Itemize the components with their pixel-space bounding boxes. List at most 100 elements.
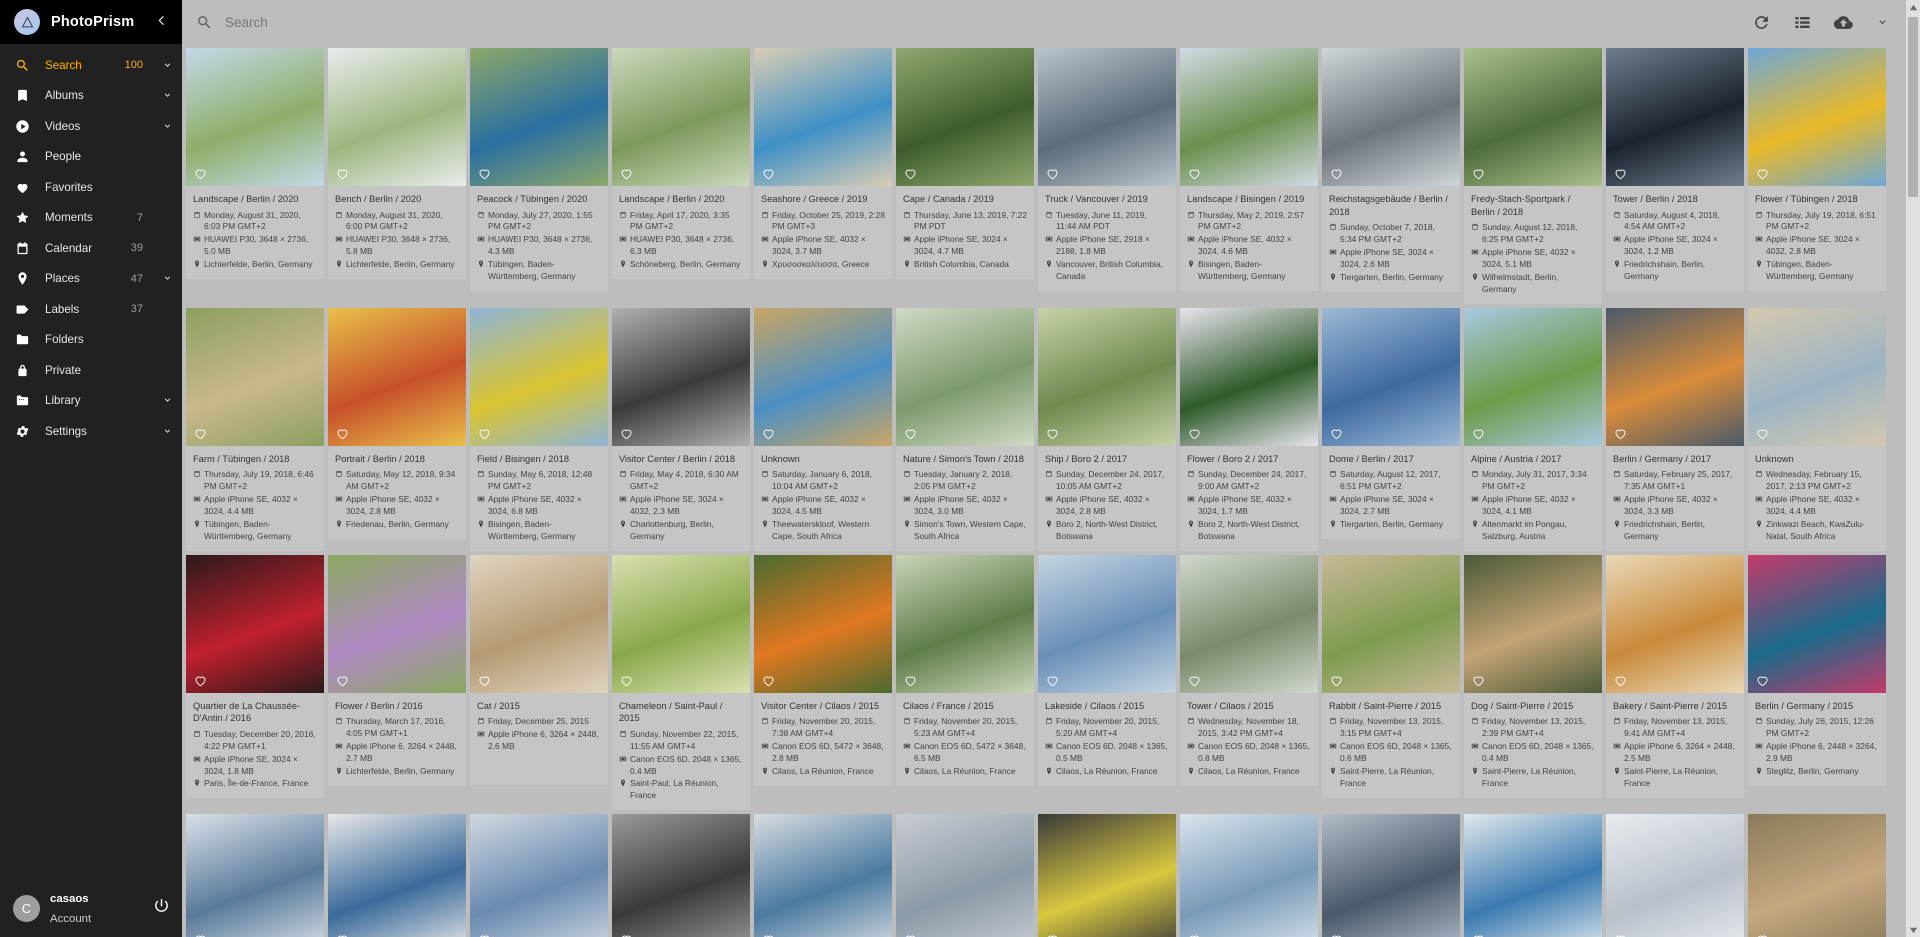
favorite-icon[interactable] — [335, 673, 350, 688]
favorite-icon[interactable] — [193, 426, 208, 441]
photo-card[interactable]: Cape / Canada / 2019 Thursday, June 13, 2… — [896, 48, 1034, 304]
favorite-icon[interactable] — [477, 166, 492, 181]
photo-thumbnail[interactable] — [612, 48, 750, 186]
sidebar-item-calendar[interactable]: Calendar 39 — [0, 233, 182, 264]
favorite-icon[interactable] — [1329, 166, 1344, 181]
photo-card[interactable] — [1464, 814, 1602, 937]
favorite-icon[interactable] — [1187, 673, 1202, 688]
photo-thumbnail[interactable] — [1038, 554, 1176, 693]
photo-thumbnail[interactable] — [1464, 554, 1602, 693]
photo-thumbnail[interactable] — [612, 814, 750, 937]
photo-thumbnail[interactable] — [1464, 814, 1602, 937]
photo-thumbnail[interactable] — [328, 554, 466, 693]
cloud-upload-icon[interactable] — [1834, 13, 1853, 32]
favorite-icon[interactable] — [1471, 166, 1486, 181]
favorite-icon[interactable] — [761, 932, 776, 937]
search-input[interactable] — [225, 14, 1752, 30]
photo-thumbnail[interactable] — [186, 814, 324, 937]
photo-thumbnail[interactable] — [612, 554, 750, 693]
favorite-icon[interactable] — [903, 426, 918, 441]
favorite-icon[interactable] — [903, 166, 918, 181]
photo-thumbnail[interactable] — [1322, 554, 1460, 693]
sidebar-item-people[interactable]: People — [0, 142, 182, 173]
chevron-down-icon[interactable] — [161, 272, 174, 285]
photo-thumbnail[interactable] — [1180, 48, 1318, 186]
vertical-scrollbar[interactable] — [1906, 0, 1920, 937]
triangle-down-icon[interactable] — [1906, 923, 1920, 937]
photo-thumbnail[interactable] — [1748, 48, 1886, 186]
photo-card[interactable]: Landscape / Bisingen / 2019 Thursday, May… — [1180, 48, 1318, 304]
favorite-icon[interactable] — [1471, 673, 1486, 688]
photo-card[interactable]: Landscape / Berlin / 2020 Monday, August … — [186, 48, 324, 304]
sidebar-item-search[interactable]: Search 100 — [0, 50, 182, 81]
photo-thumbnail[interactable] — [1038, 48, 1176, 186]
favorite-icon[interactable] — [903, 673, 918, 688]
favorite-icon[interactable] — [335, 166, 350, 181]
photo-thumbnail[interactable] — [896, 814, 1034, 937]
favorite-icon[interactable] — [1471, 426, 1486, 441]
photo-card[interactable]: Chameleon / Saint-Paul / 2015 Sunday, Nov… — [612, 554, 750, 811]
photo-thumbnail[interactable] — [896, 554, 1034, 693]
photo-card[interactable]: Visitor Center / Cilaos / 2015 Friday, No… — [754, 554, 892, 811]
favorite-icon[interactable] — [1329, 426, 1344, 441]
photo-card[interactable] — [1748, 814, 1886, 937]
photo-thumbnail[interactable] — [754, 48, 892, 186]
photo-thumbnail[interactable] — [1606, 814, 1744, 937]
photo-thumbnail[interactable] — [1038, 307, 1176, 446]
favorite-icon[interactable] — [1613, 932, 1628, 937]
favorite-icon[interactable] — [1329, 932, 1344, 937]
photo-card[interactable]: Seashore / Greece / 2019 Friday, October … — [754, 48, 892, 304]
photo-card[interactable]: Dog / Saint-Pierre / 2015 Friday, Novembe… — [1464, 554, 1602, 811]
photo-card[interactable] — [1322, 814, 1460, 937]
favorite-icon[interactable] — [1045, 426, 1060, 441]
photo-thumbnail[interactable] — [754, 554, 892, 693]
photo-card[interactable] — [1180, 814, 1318, 937]
favorite-icon[interactable] — [1187, 932, 1202, 937]
favorite-icon[interactable] — [761, 166, 776, 181]
photo-card[interactable] — [186, 814, 324, 937]
photo-thumbnail[interactable] — [896, 48, 1034, 186]
photo-card[interactable]: Portrait / Berlin / 2018 Saturday, May 12… — [328, 307, 466, 551]
favorite-icon[interactable] — [1329, 673, 1344, 688]
photo-thumbnail[interactable] — [186, 48, 324, 186]
photo-card[interactable]: Bakery / Saint-Pierre / 2015 Friday, Nove… — [1606, 554, 1744, 811]
favorite-icon[interactable] — [1755, 426, 1770, 441]
sidebar-item-private[interactable]: Private — [0, 355, 182, 386]
photo-thumbnail[interactable] — [186, 307, 324, 446]
favorite-icon[interactable] — [1045, 673, 1060, 688]
photo-thumbnail[interactable] — [896, 307, 1034, 446]
photo-card[interactable]: Unknown Wednesday, February 15, 2017, 2:1… — [1748, 307, 1886, 551]
photo-card[interactable]: Farm / Tübingen / 2018 Thursday, July 19,… — [186, 307, 324, 551]
sidebar-item-library[interactable]: Library — [0, 386, 182, 417]
chevron-down-icon[interactable] — [161, 425, 174, 438]
photo-card[interactable] — [612, 814, 750, 937]
scrollbar-thumb[interactable] — [1908, 17, 1918, 197]
photo-thumbnail[interactable] — [470, 814, 608, 937]
photo-thumbnail[interactable] — [754, 814, 892, 937]
favorite-icon[interactable] — [619, 426, 634, 441]
photo-thumbnail[interactable] — [1038, 814, 1176, 937]
chevron-left-icon[interactable] — [151, 14, 172, 31]
favorite-icon[interactable] — [619, 932, 634, 937]
sidebar-item-moments[interactable]: Moments 7 — [0, 203, 182, 234]
photo-thumbnail[interactable] — [1606, 554, 1744, 693]
photo-thumbnail[interactable] — [1180, 554, 1318, 693]
favorite-icon[interactable] — [1045, 932, 1060, 937]
photo-thumbnail[interactable] — [328, 814, 466, 937]
favorite-icon[interactable] — [761, 673, 776, 688]
sidebar-item-settings[interactable]: Settings — [0, 416, 182, 447]
photo-card[interactable]: Berlin / Germany / 2015 Sunday, July 26, … — [1748, 554, 1886, 811]
photo-card[interactable]: Nature / Simon's Town / 2018 Tuesday, Jan… — [896, 307, 1034, 551]
photo-card[interactable]: Fredy-Stach-Sportpark / Berlin / 2018 Sun… — [1464, 48, 1602, 304]
photo-card[interactable]: Flower / Boro 2 / 2017 Sunday, December 2… — [1180, 307, 1318, 551]
photo-card[interactable]: Cilaos / France / 2015 Friday, November 2… — [896, 554, 1034, 811]
favorite-icon[interactable] — [193, 673, 208, 688]
favorite-icon[interactable] — [761, 426, 776, 441]
photo-card[interactable] — [896, 814, 1034, 937]
chevron-down-icon[interactable] — [161, 89, 174, 102]
favorite-icon[interactable] — [335, 932, 350, 937]
photo-card[interactable]: Tower / Berlin / 2018 Saturday, August 4,… — [1606, 48, 1744, 304]
power-icon[interactable] — [153, 897, 170, 919]
photo-card[interactable]: Quartier de La Chaussée-D'Antin / 2016 Tu… — [186, 554, 324, 811]
photo-thumbnail[interactable] — [328, 48, 466, 186]
